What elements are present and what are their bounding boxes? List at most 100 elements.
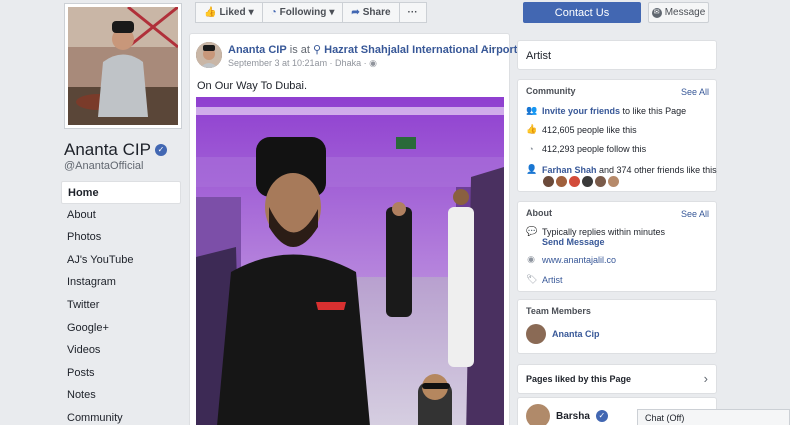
verified-badge-icon: ✓ [154,144,167,156]
page-name-text: Ananta CIP [64,140,151,159]
likes-row: 👍 412,605 people like this [526,124,637,135]
profile-picture[interactable] [64,3,182,129]
likes-count: 412,605 people like this [542,124,637,135]
nav-item-photos[interactable]: Photos [61,226,181,249]
post-timestamp[interactable]: September 3 at 10:21am · Dhaka · ◉ [228,58,377,69]
pages-liked-title: Pages liked by this Page [526,374,632,384]
location-pin-icon: ⚲ [313,44,322,56]
messenger-icon: ✉ [651,7,662,18]
friend-avatar[interactable] [595,176,606,187]
team-title: Team Members [526,306,591,316]
friend-avatar[interactable] [556,176,567,187]
post-card: Ananta CIP is at ⚲ Hazrat Shahjalal Inte… [189,33,517,425]
about-title: About [526,208,552,218]
nav-item-google-plus[interactable]: Google+ [61,317,181,340]
friends-like-row: 👤 Farhan Shah and 374 other friends like… [526,164,717,175]
post-options-icon[interactable]: ··· [485,40,501,55]
left-nav: Home About Photos AJ's YouTube Instagram… [61,181,181,425]
verified-badge-icon: ✓ [595,410,608,422]
nav-item-youtube[interactable]: AJ's YouTube [61,249,181,272]
rss-icon: ◔ [528,144,534,154]
website-row: ◉ www.anantajalil.co [526,254,616,265]
nav-item-about[interactable]: About [61,204,181,227]
page-title[interactable]: Ananta CIP ✓ [64,140,167,160]
friends-suffix: and 374 other friends like this [599,164,717,175]
globe-icon: ◉ [369,58,377,68]
nav-item-community[interactable]: Community [61,407,181,425]
chevron-down-icon: ▾ [329,7,335,18]
nav-item-videos[interactable]: Videos [61,339,181,362]
tag-icon: 🏷 [526,274,538,284]
invite-friends-row: 👥 Invite your friends to like this Page [526,105,686,116]
invite-suffix: to like this Page [622,105,687,116]
airport-photo [196,97,504,425]
share-button[interactable]: ➦ Share [342,2,400,23]
post-author-link[interactable]: Ananta CIP [228,44,287,56]
post-author-avatar[interactable] [196,42,222,68]
chat-bubble-icon: 💬 [526,226,538,236]
chevron-right-icon[interactable]: › [704,371,708,386]
invite-friends-link[interactable]: Invite your friends [542,106,620,116]
page-handle[interactable]: @AnantaOfficial [64,160,143,172]
liked-label: Liked [219,7,246,18]
liked-page-row: Barsha ✓ [526,404,608,425]
follows-row: ◔ 412,293 people follow this [526,144,646,154]
liked-page-avatar[interactable] [526,404,550,425]
follows-count: 412,293 people follow this [542,144,647,154]
rss-icon: ◔ [270,7,277,18]
send-message-row: Send Message [542,237,605,247]
community-title: Community [526,86,576,96]
category-link[interactable]: Artist [542,275,563,285]
team-members-card: Team Members Ananta Cip [517,299,717,354]
chevron-down-icon: ▾ [248,7,254,18]
message-button[interactable]: ✉ Message [648,2,709,23]
replies-row: 💬 Typically replies within minutes [526,226,665,237]
more-options-button[interactable]: ··· [398,2,427,23]
invite-friends-icon: 👥 [526,105,538,115]
thumbs-up-icon: 👍 [526,124,538,134]
message-label: Message [664,7,706,18]
post-date: September 3 at 10:21am · Dhaka · [228,58,367,68]
community-card: Community See All 👥 Invite your friends … [517,79,717,192]
chat-bar[interactable]: Chat (Off) [637,409,790,425]
nav-item-posts[interactable]: Posts [61,362,181,385]
avatar-image [196,42,222,68]
nav-item-home[interactable]: Home [61,181,181,204]
contact-us-button[interactable]: Contact Us [523,2,641,23]
friend-avatar[interactable] [569,176,580,187]
friend-avatars [543,176,619,187]
website-link[interactable]: www.anantajalil.co [542,255,616,265]
pages-liked-header[interactable]: Pages liked by this Page › [517,364,717,394]
liked-page-name[interactable]: Barsha [556,411,590,422]
team-member-link[interactable]: Ananta Cip [552,329,600,339]
is-at-text: is at [289,44,310,56]
post-header: Ananta CIP is at ⚲ Hazrat Shahjalal Inte… [228,43,517,56]
page-action-bar: 👍 Liked ▾ ◔ Following ▾ ➦ Share ··· [195,2,427,23]
post-photo[interactable] [196,97,504,425]
category-row: 🏷 Artist [526,274,563,285]
friend-name-link[interactable]: Farhan Shah [542,165,597,175]
share-icon: ➦ [351,7,360,18]
friends-icon: 👤 [526,164,538,174]
profile-photo [68,7,178,125]
friend-avatar[interactable] [608,176,619,187]
nav-item-instagram[interactable]: Instagram [61,271,181,294]
about-card: About See All 💬 Typically replies within… [517,201,717,292]
category-card: Artist [517,40,717,70]
globe-icon: ◉ [527,254,535,264]
thumbs-up-icon: 👍 [204,7,217,18]
team-member-avatar[interactable] [526,324,546,344]
community-see-all-link[interactable]: See All [681,87,709,97]
nav-item-notes[interactable]: Notes [61,384,181,407]
following-label: Following [279,7,327,18]
category-label[interactable]: Artist [526,50,551,62]
friend-avatar[interactable] [582,176,593,187]
nav-item-twitter[interactable]: Twitter [61,294,181,317]
share-label: Share [362,7,391,18]
friend-avatar[interactable] [543,176,554,187]
following-button[interactable]: ◔ Following ▾ [261,2,344,23]
response-time: Typically replies within minutes [542,226,666,237]
about-see-all-link[interactable]: See All [681,209,709,219]
liked-button[interactable]: 👍 Liked ▾ [195,2,263,23]
send-message-link[interactable]: Send Message [542,237,605,247]
